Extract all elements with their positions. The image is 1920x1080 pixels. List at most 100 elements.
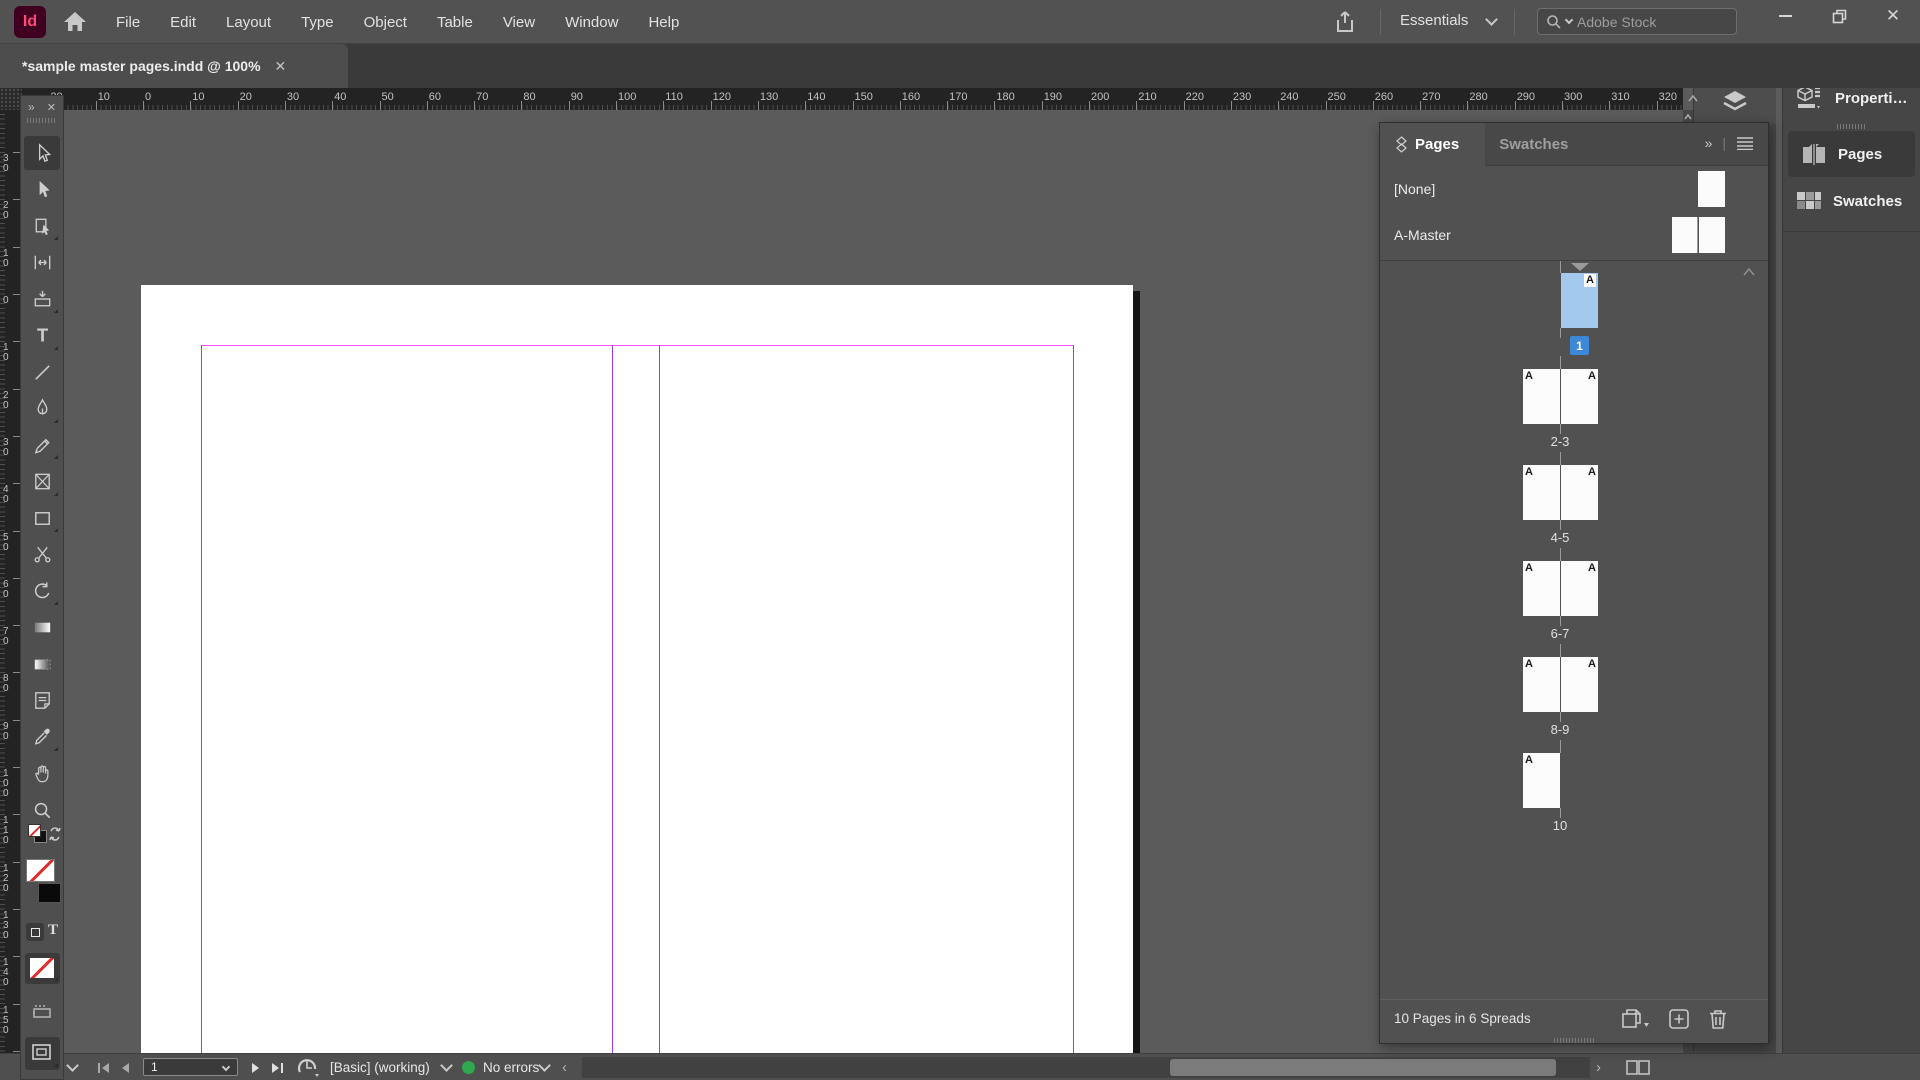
menu-help[interactable]: Help [648, 14, 679, 31]
hand-tool[interactable] [24, 757, 60, 791]
minimize-button[interactable] [1758, 0, 1812, 32]
chevron-down-icon[interactable] [1485, 13, 1498, 26]
horizontal-ruler[interactable]: 2010010203040506070809010011012013014015… [22, 88, 1683, 110]
formatting-affects-container-button[interactable] [26, 923, 44, 941]
screen-mode-button[interactable] [25, 1037, 60, 1070]
page-thumbnail-1[interactable]: A [1561, 273, 1598, 328]
tab-close-icon[interactable]: ✕ [275, 58, 287, 75]
create-new-page-icon[interactable] [1668, 1008, 1690, 1030]
spread-label[interactable]: 6-7 [1500, 626, 1620, 641]
next-page-button[interactable] [250, 1054, 262, 1080]
page-thumbnail-8-9[interactable]: A [1523, 657, 1560, 712]
page-thumbnail-6-7[interactable]: A [1523, 561, 1560, 616]
ruler-origin-corner[interactable] [0, 88, 22, 110]
collapse-panel-icon[interactable]: » [1705, 135, 1713, 151]
workspace-switcher[interactable]: Essentials [1400, 12, 1468, 29]
scroll-up-icon[interactable] [1742, 267, 1756, 277]
master-row-none[interactable]: [None] [1380, 166, 1768, 212]
dock-item-pages[interactable]: Pages [1788, 131, 1915, 177]
zoom-tool[interactable] [24, 793, 60, 827]
horizontal-scrollbar[interactable] [582, 1057, 1590, 1078]
close-panel-icon[interactable]: ✕ [47, 101, 56, 114]
page-thumbnail-8-9[interactable]: A [1561, 657, 1598, 712]
column-guide[interactable] [612, 345, 613, 1053]
last-page-button[interactable] [270, 1054, 286, 1080]
zoom-level-chevron-icon[interactable] [68, 1054, 77, 1080]
adobe-stock-search[interactable]: Adobe Stock [1537, 8, 1737, 35]
dock-item-swatches[interactable]: Swatches [1783, 179, 1920, 223]
tab-pages[interactable]: Pages [1380, 123, 1485, 166]
spread-label[interactable]: 10 [1500, 818, 1620, 833]
vertical-ruler[interactable]: 3 02 01 001 02 03 04 05 06 07 08 09 01 0… [0, 110, 22, 1053]
menu-window[interactable]: Window [565, 14, 618, 31]
direct-selection-tool[interactable] [24, 173, 60, 207]
close-button[interactable]: ✕ [1866, 0, 1920, 32]
pen-tool[interactable] [24, 392, 60, 426]
gap-tool[interactable] [24, 246, 60, 280]
share-icon[interactable] [1332, 9, 1358, 35]
page-number-field[interactable]: 1 [143, 1058, 238, 1076]
page-thumbnail-10[interactable]: A [1523, 753, 1560, 808]
edit-page-size-icon[interactable] [1620, 1007, 1650, 1031]
column-guide[interactable] [1073, 345, 1074, 1053]
margin-guide-top[interactable] [201, 345, 1073, 346]
gradient-swatch-tool[interactable] [24, 611, 60, 645]
first-page-button[interactable] [96, 1054, 112, 1080]
menu-view[interactable]: View [503, 14, 535, 31]
search-chevron-icon[interactable] [1565, 16, 1573, 24]
pencil-tool[interactable] [24, 428, 60, 462]
document-tab[interactable]: *sample master pages.indd @ 100% ✕ [0, 44, 348, 88]
horizontal-scroll-thumb[interactable] [1170, 1059, 1556, 1076]
panel-resize-grip[interactable] [1380, 1037, 1768, 1043]
master-thumbnail[interactable] [1672, 217, 1698, 253]
menu-edit[interactable]: Edit [170, 14, 196, 31]
menu-type[interactable]: Type [301, 14, 334, 31]
collapse-panel-icon[interactable]: » [28, 100, 35, 114]
scroll-left-icon[interactable]: ‹ [562, 1054, 567, 1080]
line-tool[interactable] [24, 355, 60, 389]
restore-button[interactable] [1812, 0, 1866, 32]
swap-fill-stroke-icon[interactable] [48, 826, 62, 842]
page-thumbnail-4-5[interactable]: A [1561, 465, 1598, 520]
page-rotation-icon[interactable] [296, 1054, 320, 1080]
eyedropper-tool[interactable] [24, 720, 60, 754]
previous-page-button[interactable] [119, 1054, 131, 1080]
menu-layout[interactable]: Layout [226, 14, 271, 31]
indesign-logo[interactable]: Id [14, 6, 46, 38]
formatting-affects-text-button[interactable]: T [48, 922, 58, 939]
panel-grip[interactable] [27, 118, 57, 123]
scroll-right-icon[interactable]: › [1596, 1054, 1601, 1080]
fill-swatch-none[interactable] [26, 859, 55, 882]
dock-grip[interactable] [1837, 124, 1867, 129]
free-transform-tool[interactable] [24, 574, 60, 608]
preflight-profile[interactable]: [Basic] (working) [330, 1054, 430, 1080]
menu-table[interactable]: Table [437, 14, 473, 31]
spread-label[interactable]: 8-9 [1500, 722, 1620, 737]
panel-menu-icon[interactable] [1736, 136, 1754, 150]
content-collector-tool[interactable] [24, 282, 60, 316]
rectangle-tool[interactable] [24, 501, 60, 535]
cc-libraries-icon[interactable] [30, 999, 56, 1025]
page-thumbnail-2-3[interactable]: A [1523, 369, 1560, 424]
home-icon[interactable] [62, 9, 88, 34]
page-thumbnail-2-3[interactable]: A [1561, 369, 1598, 424]
menu-file[interactable]: File [116, 14, 140, 31]
errors-chevron-icon[interactable] [540, 1054, 549, 1080]
stroke-swatch[interactable] [38, 883, 61, 903]
column-guide[interactable] [201, 345, 202, 1053]
selection-tool[interactable] [24, 136, 60, 170]
spread-view-button[interactable] [1624, 1054, 1654, 1080]
master-thumbnail[interactable] [1698, 171, 1725, 207]
column-guide[interactable] [659, 345, 660, 1053]
scissors-tool[interactable] [24, 538, 60, 572]
note-tool[interactable] [24, 684, 60, 718]
menu-object[interactable]: Object [364, 14, 407, 31]
frame-tool[interactable] [24, 465, 60, 499]
page-number-badge[interactable]: 1 [1570, 336, 1589, 355]
page-thumbnail-4-5[interactable]: A [1523, 465, 1560, 520]
gradient-feather-tool[interactable] [24, 647, 60, 681]
page-thumbnail-6-7[interactable]: A [1561, 561, 1598, 616]
scroll-up-icon[interactable] [1683, 112, 1693, 122]
page-tool[interactable] [24, 209, 60, 243]
apply-none-button[interactable] [25, 953, 60, 984]
